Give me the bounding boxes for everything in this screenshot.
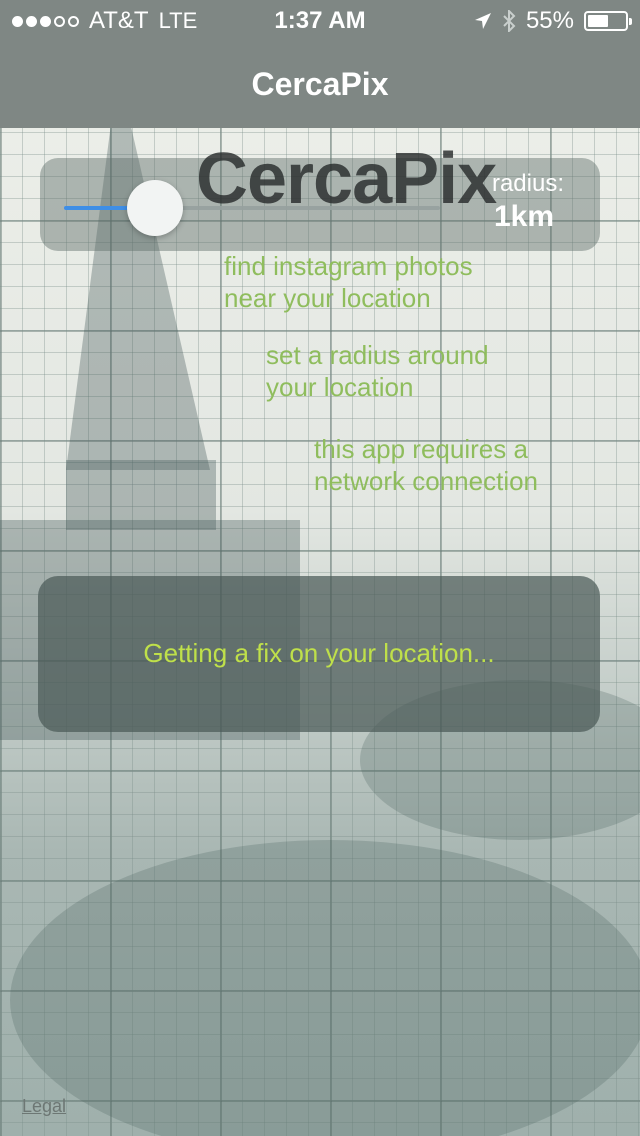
hint-line: set a radius around — [266, 340, 489, 370]
loading-panel: Getting a fix on your location... — [38, 576, 600, 732]
hint-line: find instagram photos — [224, 251, 473, 281]
status-bar: AT&T LTE 1:37 AM 55% — [0, 0, 640, 40]
navigation-bar: CercaPix — [0, 40, 640, 128]
nav-title: CercaPix — [251, 66, 389, 102]
status-right: 55% — [474, 7, 632, 35]
bluetooth-icon — [503, 10, 516, 32]
loading-message: Getting a fix on your location... — [143, 638, 495, 668]
hint-set-radius: set a radius around your location — [266, 339, 489, 403]
battery-percent: 55% — [525, 7, 574, 34]
battery-icon — [584, 11, 632, 31]
location-arrow-icon — [474, 13, 491, 29]
battery-level — [588, 15, 608, 27]
hint-line: your location — [266, 372, 414, 402]
legal-link[interactable]: Legal — [22, 1096, 66, 1117]
radius-label: radius: — [491, 170, 564, 197]
radius-value: 1km — [493, 200, 554, 233]
logo-title: CercaPix — [196, 139, 497, 219]
hint-find-photos: find instagram photos near your location — [224, 250, 473, 314]
hint-line: near your location — [224, 283, 431, 313]
hint-line: this app requires a — [314, 434, 528, 464]
hint-line: network connection — [314, 466, 539, 496]
radius-slider-thumb[interactable] — [127, 180, 183, 236]
hint-network: this app requires a network connection — [314, 433, 538, 497]
